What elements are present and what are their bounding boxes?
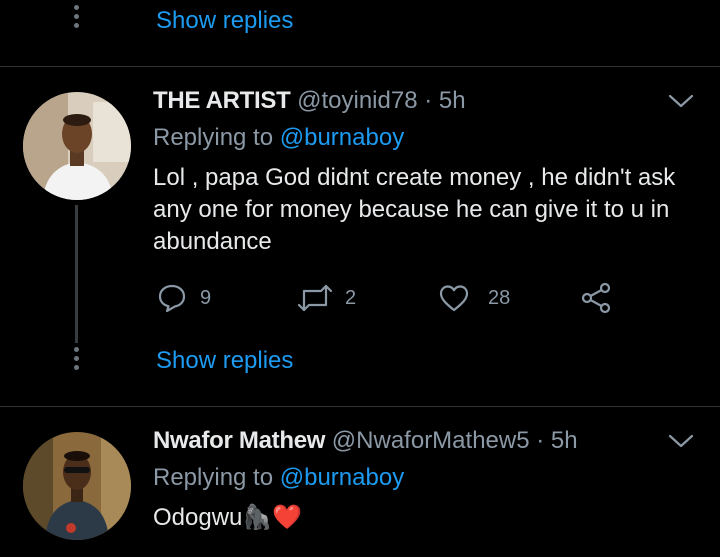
user-handle[interactable]: @NwaforMathew5 — [332, 427, 530, 454]
user-handle[interactable]: @toyinid78 — [297, 87, 417, 114]
reply-count: 9 — [200, 286, 212, 309]
divider — [0, 406, 720, 407]
retweet-icon — [297, 284, 333, 312]
mention-link[interactable]: @burnaboy — [280, 124, 404, 151]
separator-dot: · — [424, 87, 433, 114]
chevron-down-icon[interactable] — [668, 431, 694, 451]
more-dots-icon — [72, 5, 80, 28]
replying-to-label: Replying to — [153, 124, 274, 151]
avatar[interactable] — [23, 432, 131, 540]
like-button[interactable]: 28 — [438, 282, 510, 314]
replying-to: Replying to @burnaboy — [153, 124, 404, 152]
divider — [0, 66, 720, 67]
tweet-text: Odogwu🦍❤️ — [153, 502, 698, 534]
avatar[interactable] — [23, 92, 131, 200]
more-dots-icon — [72, 347, 80, 370]
display-name[interactable]: THE ARTIST — [153, 87, 291, 114]
gorilla-emoji: 🦍 — [242, 504, 273, 531]
heart-emoji: ❤️ — [272, 504, 303, 531]
timestamp[interactable]: 5h — [551, 427, 578, 454]
display-name[interactable]: Nwafor Mathew — [153, 427, 325, 454]
tweet-text: Lol , papa God didnt create money , he d… — [153, 164, 676, 255]
reply-icon — [158, 284, 186, 313]
show-replies-link[interactable]: Show replies — [156, 7, 293, 35]
replying-to: Replying to @burnaboy — [153, 464, 404, 492]
chevron-down-icon[interactable] — [668, 91, 694, 111]
share-button[interactable] — [580, 282, 612, 314]
tweet-text-content: Odogwu — [153, 504, 243, 531]
tweet-header: Nwafor Mathew @NwaforMathew5 · 5h — [153, 427, 578, 455]
show-replies-link[interactable]: Show replies — [156, 347, 293, 375]
timestamp[interactable]: 5h — [439, 87, 466, 114]
retweet-button[interactable]: 2 — [297, 282, 356, 314]
retweet-count: 2 — [345, 286, 357, 309]
like-icon — [439, 285, 469, 312]
share-icon — [581, 282, 611, 314]
tweet-header: THE ARTIST @toyinid78 · 5h — [153, 87, 466, 115]
like-count: 28 — [488, 286, 511, 309]
mention-link[interactable]: @burnaboy — [280, 464, 404, 491]
reply-button[interactable]: 9 — [156, 282, 211, 314]
replying-to-label: Replying to — [153, 464, 274, 491]
thread-line — [75, 205, 78, 343]
separator-dot: · — [536, 427, 545, 454]
